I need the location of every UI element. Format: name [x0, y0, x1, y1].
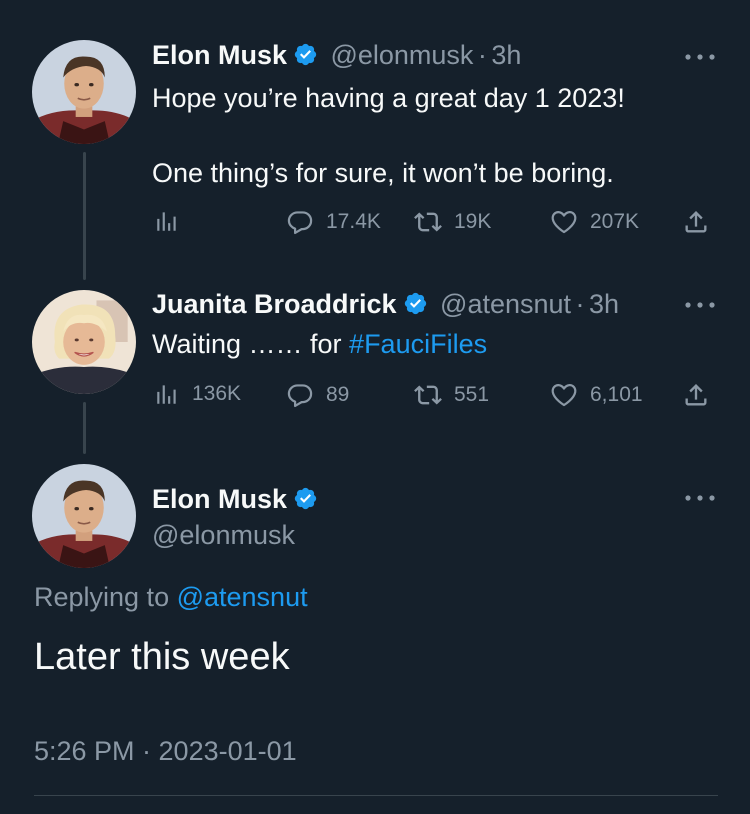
- thread-connector: [83, 402, 86, 454]
- replying-to-label: Replying to: [34, 582, 177, 612]
- tweet1-reply-button[interactable]: 17.4K: [286, 208, 381, 236]
- tweet1-share-button[interactable]: [682, 208, 710, 236]
- elon-musk-avatar[interactable]: [32, 464, 136, 568]
- tweet1-author-name[interactable]: Elon Musk: [152, 40, 287, 70]
- tweet2-text: Waiting …… for #FauciFiles: [152, 329, 487, 360]
- retweet-icon: [414, 381, 442, 409]
- tweet2-header: Juanita Broaddrick @atensnut · 3h: [152, 289, 619, 320]
- main-tweet-author-handle[interactable]: @elonmusk: [152, 520, 295, 551]
- thread-connector: [83, 152, 86, 280]
- main-tweet-text: Later this week: [34, 636, 290, 678]
- tweet2-view-count: 136K: [192, 382, 242, 405]
- tweet2-separator: ·: [575, 289, 585, 319]
- main-tweet-author-name[interactable]: Elon Musk: [152, 484, 287, 514]
- juanita-broaddrick-avatar[interactable]: [32, 290, 136, 394]
- tweet2-author-handle[interactable]: @atensnut: [440, 289, 571, 319]
- main-tweet-author: Elon Musk: [152, 484, 318, 515]
- tweet2-text-prefix: Waiting …… for: [152, 329, 350, 359]
- replying-to: Replying to @atensnut: [34, 582, 308, 613]
- tweet2-reply-button[interactable]: 89: [286, 381, 349, 409]
- verified-icon: [293, 42, 318, 67]
- elon-musk-avatar[interactable]: [32, 40, 136, 144]
- tweet2-views-button[interactable]: 136K: [154, 381, 241, 407]
- tweet2-timestamp[interactable]: 3h: [589, 289, 619, 319]
- like-icon: [550, 381, 578, 409]
- more-icon[interactable]: [684, 493, 716, 503]
- like-icon: [550, 208, 578, 236]
- tweet1-text-line1: Hope you’re having a great day 1 2023!: [152, 83, 625, 113]
- tweet1-text-line2: One thing’s for sure, it won’t be boring…: [152, 158, 614, 188]
- tweet2-like-count: 6,101: [590, 383, 643, 406]
- tweet1-header: Elon Musk @elonmusk · 3h: [152, 40, 521, 71]
- share-icon: [682, 208, 710, 236]
- tweet1-analytics-button[interactable]: [154, 208, 180, 234]
- hashtag-link[interactable]: #FauciFiles: [349, 329, 487, 359]
- tweet2-retweet-count: 551: [454, 383, 490, 406]
- tweet2-like-button[interactable]: 6,101: [550, 381, 643, 409]
- tweet1-like-button[interactable]: 207K: [550, 208, 639, 236]
- analytics-icon: [154, 208, 180, 234]
- tweet1-separator: ·: [477, 40, 487, 70]
- tweet1-retweet-button[interactable]: 19K: [414, 208, 491, 236]
- tweet1-timestamp[interactable]: 3h: [491, 40, 521, 70]
- tweet1-like-count: 207K: [590, 210, 640, 233]
- reply-icon: [286, 208, 314, 236]
- main-tweet-timestamp[interactable]: 5:26 PM · 2023-01-01: [34, 736, 297, 767]
- reply-icon: [286, 381, 314, 409]
- more-icon[interactable]: [684, 52, 716, 62]
- tweet1-reply-count: 17.4K: [326, 210, 381, 233]
- divider: [34, 795, 718, 796]
- tweet2-author-name[interactable]: Juanita Broaddrick: [152, 289, 397, 319]
- share-icon: [682, 381, 710, 409]
- replying-to-handle-link[interactable]: @atensnut: [177, 582, 308, 612]
- analytics-icon: [154, 381, 180, 407]
- more-icon[interactable]: [684, 300, 716, 310]
- verified-icon: [403, 291, 428, 316]
- tweet2-retweet-button[interactable]: 551: [414, 381, 489, 409]
- tweet1-retweet-count: 19K: [454, 210, 492, 233]
- tweet1-author-handle[interactable]: @elonmusk: [330, 40, 473, 70]
- retweet-icon: [414, 208, 442, 236]
- tweet2-reply-count: 89: [326, 383, 350, 406]
- tweet2-share-button[interactable]: [682, 381, 710, 409]
- verified-icon: [293, 486, 318, 511]
